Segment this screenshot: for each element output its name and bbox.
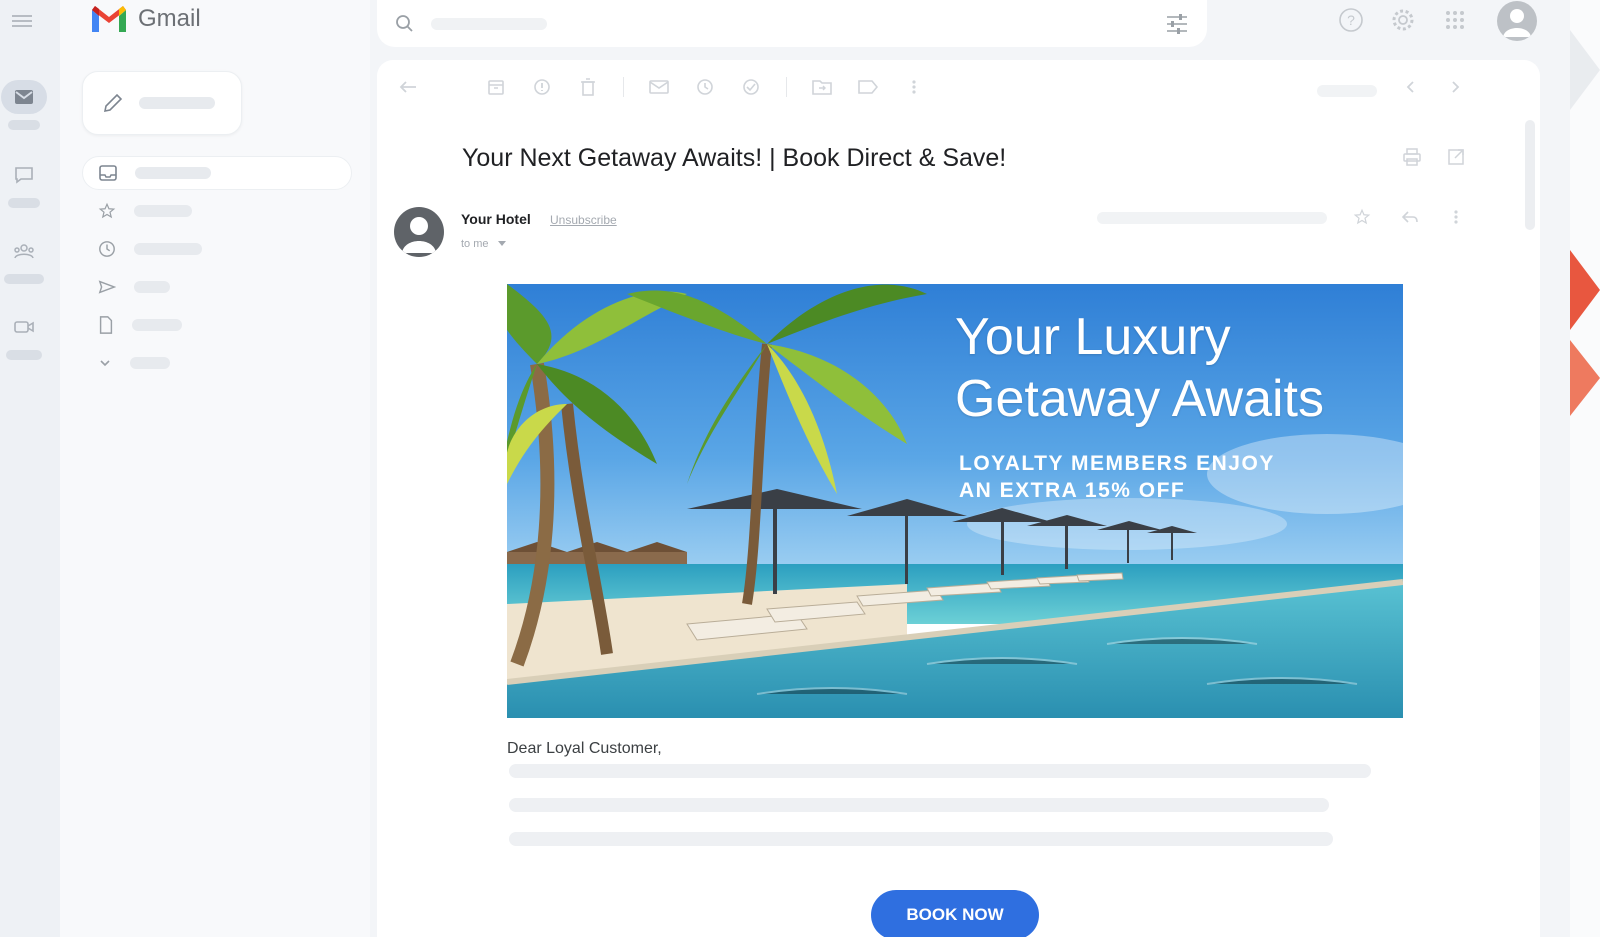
gmail-m-icon — [92, 6, 126, 32]
nav-label-placeholder — [134, 243, 202, 255]
reply-icon[interactable] — [1399, 206, 1421, 228]
move-to-icon[interactable] — [811, 76, 833, 98]
pagination-placeholder — [1317, 85, 1377, 97]
rail-mail[interactable] — [0, 80, 48, 130]
spaces-icon — [1, 234, 47, 268]
email-view: Your Next Getaway Awaits! | Book Direct … — [377, 60, 1540, 937]
toolbar-divider — [786, 77, 787, 97]
nav-inbox[interactable] — [82, 156, 352, 190]
pencil-icon — [103, 93, 123, 113]
star-icon — [98, 202, 116, 219]
print-icon[interactable] — [1401, 146, 1423, 168]
delete-icon[interactable] — [577, 76, 599, 98]
rail-label-placeholder — [8, 120, 40, 130]
left-nav-panel: Gmail — [60, 0, 370, 937]
search-bar[interactable] — [377, 0, 1207, 47]
send-icon — [98, 280, 116, 294]
older-icon[interactable] — [1399, 76, 1421, 98]
nav-label-placeholder — [130, 357, 170, 369]
recipient-label: to me — [461, 238, 489, 250]
hero-subtitle: LOYALTY MEMBERS ENJOY AN EXTRA 15% OFF — [959, 450, 1275, 504]
hero-title-line2: Getaway Awaits — [955, 370, 1325, 428]
recipient-dropdown[interactable]: to me — [461, 238, 506, 250]
compose-button[interactable] — [82, 71, 242, 135]
body-text-placeholder — [509, 832, 1333, 846]
nav-label-placeholder — [135, 167, 211, 179]
apps-grid-icon[interactable] — [1439, 4, 1471, 36]
search-input[interactable] — [431, 17, 547, 30]
snooze-icon[interactable] — [694, 76, 716, 98]
email-subject: Your Next Getaway Awaits! | Book Direct … — [462, 144, 1007, 172]
sender-name[interactable]: Your Hotel — [461, 211, 531, 227]
archive-icon[interactable] — [485, 76, 507, 98]
nav-drafts[interactable] — [82, 308, 352, 342]
app-name: Gmail — [138, 5, 201, 32]
timestamp-placeholder — [1097, 212, 1327, 224]
chevron-down-icon — [100, 360, 110, 367]
side-panel-edge — [1570, 0, 1600, 937]
hero-title: Your Luxury Getaway Awaits — [955, 306, 1324, 430]
rail-chat[interactable] — [0, 158, 48, 208]
chat-icon — [1, 158, 47, 192]
more-vert-icon[interactable] — [1445, 206, 1467, 228]
hero-banner-image: Your Luxury Getaway Awaits LOYALTY MEMBE… — [507, 284, 1403, 718]
email-toolbar — [397, 76, 925, 98]
add-task-icon[interactable] — [740, 76, 762, 98]
nav-label-placeholder — [134, 281, 170, 293]
compose-label-placeholder — [139, 97, 215, 109]
inbox-icon — [99, 165, 117, 181]
scrollbar[interactable] — [1525, 120, 1535, 230]
sender-avatar[interactable] — [394, 207, 444, 257]
nav-sent[interactable] — [82, 270, 352, 304]
main-menu-icon[interactable] — [12, 12, 32, 30]
nav-snoozed[interactable] — [82, 232, 352, 266]
svg-text:?: ? — [1347, 12, 1355, 28]
caret-down-icon — [497, 241, 506, 246]
hero-title-line1: Your Luxury — [955, 308, 1231, 366]
report-spam-icon[interactable] — [531, 76, 553, 98]
hero-subtitle-line1: LOYALTY MEMBERS ENJOY — [959, 452, 1275, 475]
nav-label-placeholder — [132, 319, 182, 331]
gmail-logo[interactable]: Gmail — [90, 4, 201, 34]
newer-icon[interactable] — [1445, 76, 1467, 98]
clock-icon — [99, 241, 115, 257]
unsubscribe-link[interactable]: Unsubscribe — [550, 213, 617, 227]
toolbar-divider — [623, 77, 624, 97]
star-icon[interactable] — [1351, 206, 1373, 228]
mark-unread-icon[interactable] — [648, 76, 670, 98]
mail-icon — [1, 80, 47, 114]
body-text-placeholder — [509, 764, 1371, 778]
back-arrow-icon[interactable] — [397, 76, 419, 98]
nav-more[interactable] — [82, 346, 352, 380]
rail-label-placeholder — [6, 350, 42, 360]
nav-starred[interactable] — [82, 194, 352, 228]
rail-label-placeholder — [8, 198, 40, 208]
header-actions: ? — [1335, 4, 1471, 36]
search-options-icon[interactable] — [1165, 13, 1189, 35]
nav-label-placeholder — [134, 205, 192, 217]
rail-label-placeholder — [4, 274, 44, 284]
decorative-arrows-icon — [1570, 30, 1600, 416]
rail-meet[interactable] — [0, 310, 48, 360]
app-rail — [0, 0, 60, 937]
rail-spaces[interactable] — [0, 234, 48, 284]
body-text-placeholder — [509, 798, 1329, 812]
help-icon[interactable]: ? — [1335, 4, 1367, 36]
hero-subtitle-line2: AN EXTRA 15% OFF — [959, 479, 1186, 502]
account-avatar-icon[interactable] — [1497, 1, 1537, 41]
search-icon[interactable] — [395, 14, 415, 34]
label-icon[interactable] — [857, 76, 879, 98]
email-greeting: Dear Loyal Customer, — [507, 740, 662, 757]
meet-icon — [1, 310, 47, 344]
open-new-window-icon[interactable] — [1445, 146, 1467, 168]
settings-icon[interactable] — [1387, 4, 1419, 36]
more-vert-icon[interactable] — [903, 76, 925, 98]
book-now-button[interactable]: BOOK NOW — [871, 890, 1039, 937]
draft-icon — [99, 316, 113, 334]
